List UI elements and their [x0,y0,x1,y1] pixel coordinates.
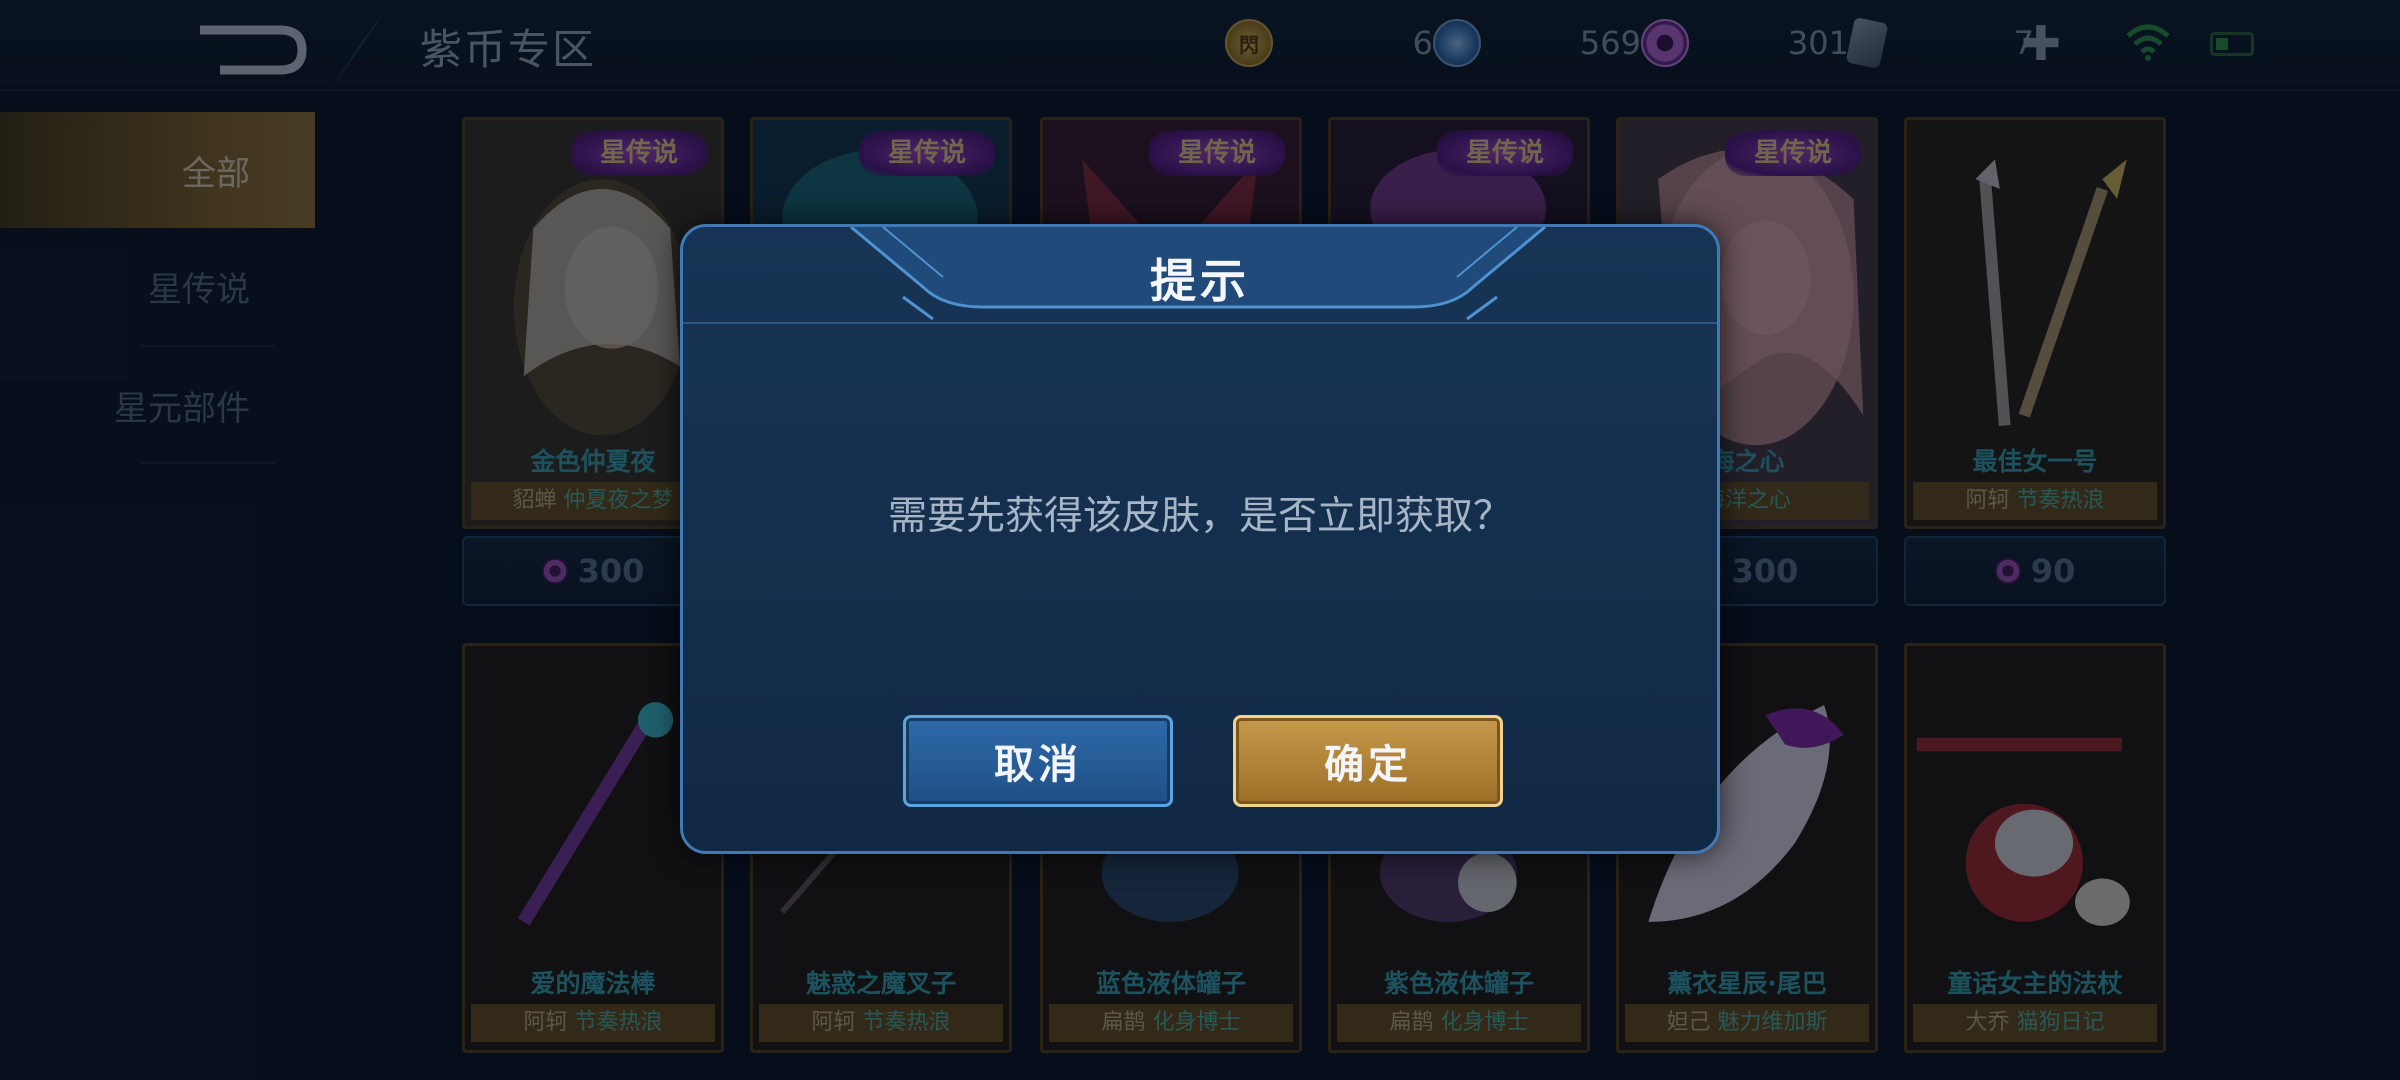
star-legend-badge: 星传说 [859,130,995,176]
category-star-legend[interactable]: 星传说 [0,228,315,344]
card-currency: 7 [1845,16,2034,70]
star-legend-badge: 星传说 [1149,130,1285,176]
price-button[interactable]: 90 [1904,536,2166,606]
add-currency-button[interactable]: ✚ [2018,20,2064,68]
price-value: 300 [577,552,645,590]
battery-icon [2210,32,2254,56]
token-currency: 閃 6 [1225,18,1433,68]
dialog-header: 提示 [683,227,1717,324]
star-legend-badge: 星传说 [1725,130,1861,176]
diamond-count: 569 [1579,24,1641,62]
dialog-title: 提示 [1150,254,1250,308]
category-star-parts-label: 星元部件 [114,388,250,429]
price-value: 300 [1731,552,1799,590]
item-name: 薰衣星辰·尾巴 [1667,969,1827,998]
category-star-parts[interactable]: 星元部件 [0,347,315,463]
item-name: 童话女主的法杖 [1947,969,2123,998]
confirm-button[interactable]: 确定 [1233,715,1503,807]
category-sidebar: 全部 星传说 星元部件 [0,112,315,1080]
item-owner: 阿轲 节奏热浪 [471,1004,715,1042]
item-name: 爱的魔法棒 [530,969,656,998]
category-star-legend-label: 星传说 [148,269,250,310]
price-value: 90 [2030,552,2076,590]
purple-currency: 301 [1641,18,1849,68]
star-legend-badge: 星传说 [1437,130,1573,176]
item-name: 最佳女一号 [1972,447,2098,476]
item-owner: 扁鹊 化身博士 [1049,1004,1293,1042]
item-owner: 阿轲 节奏热浪 [1913,482,2157,520]
item-owner: 阿轲 节奏热浪 [759,1004,1003,1042]
purple-coin-icon [1641,19,1689,67]
star-legend-badge: 星传说 [571,130,707,176]
item-name: 紫色液体罐子 [1383,969,1534,998]
item-card[interactable]: 童话女主的法杖 大乔 猫狗日记 [1904,643,2166,1053]
dialog-message: 需要先获得该皮肤，是否立即获取？ [887,494,1512,539]
item-card[interactable]: 最佳女一号 阿轲 节奏热浪 [1904,117,2166,529]
item-name: 蓝色液体罐子 [1095,969,1246,998]
item-owner: 妲己 魅力维加斯 [1625,1004,1869,1042]
purple-coin-icon [541,558,568,584]
purple-coin-count: 301 [1787,24,1849,62]
card-icon [1845,16,1889,70]
cancel-button[interactable]: 取消 [903,715,1173,807]
purple-coin-icon [1994,558,2021,584]
item-owner: 大乔 猫狗日记 [1913,1004,2157,1042]
token-count: 6 [1412,24,1433,62]
wifi-icon [2126,24,2170,61]
blue-gem-icon [1433,19,1481,67]
top-bar: 紫币专区 閃 6 569 301 7 ✚ [0,0,2400,91]
category-all[interactable]: 全部 [0,112,315,228]
back-arrow-icon [200,25,307,75]
token-coin-icon: 閃 [1225,19,1273,67]
item-owner: 貂蝉 仲夏夜之梦 [471,482,715,520]
item-owner: 扁鹊 化身博士 [1337,1004,1581,1042]
item-name: 魅惑之魔叉子 [805,969,956,998]
diamond-currency: 569 [1433,18,1641,68]
confirm-dialog: 提示 需要先获得该皮肤，是否立即获取？ 取消 确定 [680,224,1720,854]
sidebar-divider [140,462,275,464]
page-title: 紫币专区 [420,25,597,74]
category-all-label: 全部 [182,153,250,194]
card-count: 7 [2013,24,2034,62]
